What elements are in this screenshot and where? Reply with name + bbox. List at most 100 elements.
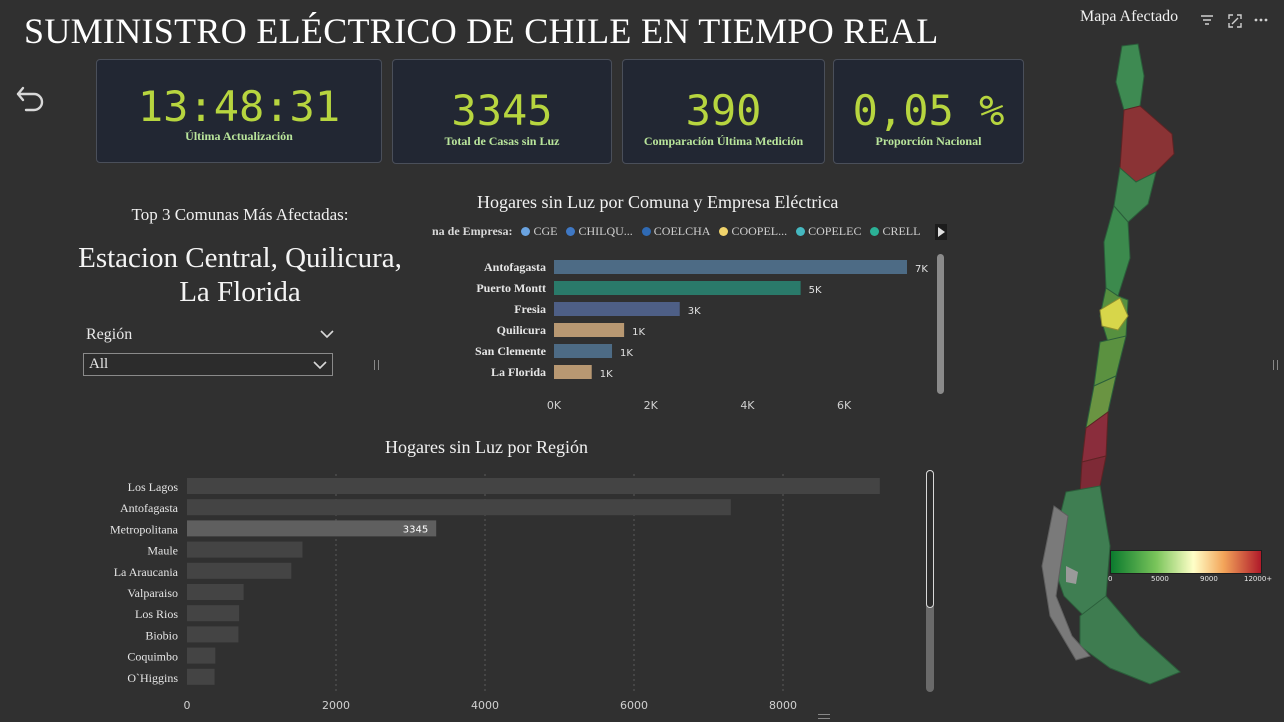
resize-handle-left[interactable] xyxy=(374,360,379,370)
category-label: Metropolitana xyxy=(110,522,179,536)
data-label: 1K xyxy=(600,369,613,380)
category-label: La Araucania xyxy=(114,565,179,579)
legend-dot-icon xyxy=(521,227,531,236)
data-label: 5K xyxy=(809,285,822,296)
region-bar xyxy=(187,541,303,558)
focus-mode-icon[interactable] xyxy=(1228,14,1242,28)
data-label: 7K xyxy=(915,264,928,275)
map-scale-label: 9000 xyxy=(1200,575,1218,583)
region-chart-scrollbar[interactable] xyxy=(926,470,934,692)
data-label: 3345 xyxy=(403,524,428,535)
category-label: O`Higgins xyxy=(127,671,178,685)
region-bar xyxy=(187,520,437,537)
x-tick-label: 6000 xyxy=(620,699,648,712)
legend-item[interactable]: CRELL xyxy=(864,224,920,238)
resize-handle-bottom[interactable] xyxy=(818,714,830,719)
filter-icon[interactable] xyxy=(1200,14,1214,26)
comuna-bar xyxy=(554,260,907,274)
region-bar xyxy=(187,499,731,516)
category-label: Valparaiso xyxy=(127,586,178,600)
x-tick-label: 0 xyxy=(184,699,191,712)
kpi-card-last-update: 13:48:31 Última Actualización xyxy=(96,59,382,163)
kpi-label: Total de Casas sin Luz xyxy=(444,134,560,148)
category-label: Fresia xyxy=(514,302,546,316)
region-dropdown-value: All xyxy=(89,356,109,372)
page-title: SUMINISTRO ELÉCTRICO DE CHILE EN TIEMPO … xyxy=(24,11,939,51)
region-bar xyxy=(187,647,216,664)
x-tick-label: 4000 xyxy=(471,699,499,712)
kpi-value: 3345 xyxy=(451,86,553,135)
category-label: Coquimbo xyxy=(127,650,178,664)
legend-item[interactable]: COPELEC xyxy=(790,224,861,238)
data-label: 1K xyxy=(620,348,633,359)
category-label: Maule xyxy=(147,544,178,558)
data-label: 1K xyxy=(632,327,645,338)
kpi-card-total-homes: 3345 Total de Casas sin Luz xyxy=(392,59,612,164)
comuna-chart-legend: na de Empresa: CGE CHILQU... COELCHA COO… xyxy=(432,224,920,240)
region-bar xyxy=(187,626,239,643)
legend-item[interactable]: CHILQU... xyxy=(560,224,633,238)
comuna-bar xyxy=(554,281,801,295)
kpi-label: Comparación Última Medición xyxy=(643,134,804,148)
region-bar-chart: Los Lagos Antofagasta Metropolitana 3345 Mau… xyxy=(110,474,880,712)
map-title: Mapa Afectado xyxy=(1080,8,1179,25)
category-label: Puerto Montt xyxy=(476,281,546,295)
legend-dot-icon xyxy=(566,227,576,236)
legend-item[interactable]: CGE xyxy=(515,224,557,238)
comuna-chart-scrollbar[interactable] xyxy=(937,254,944,394)
resize-handle-right[interactable] xyxy=(1273,360,1278,370)
x-tick-label: 2000 xyxy=(322,699,350,712)
chevron-down-icon xyxy=(313,361,327,370)
map-scale-label: 5000 xyxy=(1151,575,1169,583)
map-scale-label: 0 xyxy=(1108,575,1113,583)
map-scale-label: 12000+ xyxy=(1244,575,1273,583)
more-options-icon[interactable] xyxy=(1254,14,1268,26)
kpi-card-comparison: 390 Comparación Última Medición xyxy=(622,59,825,164)
region-bar xyxy=(187,584,244,600)
category-label: La Florida xyxy=(491,365,546,379)
kpi-label: Proporción Nacional xyxy=(875,134,982,148)
category-label: San Clemente xyxy=(475,344,547,358)
top3-line2: La Florida xyxy=(179,276,301,308)
comuna-bar xyxy=(554,365,592,379)
category-label: Los Rios xyxy=(135,607,178,621)
scrollbar-thumb[interactable] xyxy=(926,470,934,608)
region-slicer-label: Región xyxy=(86,326,133,343)
legend-item[interactable]: COOPEL... xyxy=(713,224,787,238)
region-bar xyxy=(187,562,292,579)
region-slicer-header[interactable]: Región xyxy=(86,326,334,346)
x-tick-label: 8000 xyxy=(769,699,797,712)
legend-dot-icon xyxy=(870,227,880,236)
play-right-icon xyxy=(938,227,945,237)
chevron-down-icon[interactable] xyxy=(320,329,334,339)
legend-dot-icon xyxy=(719,227,729,236)
top3-heading: Top 3 Comunas Más Afectadas: xyxy=(131,205,349,224)
map-color-scale xyxy=(1110,550,1262,574)
comuna-bar xyxy=(554,323,625,337)
region-bar xyxy=(187,668,215,685)
legend-dot-icon xyxy=(796,227,806,236)
kpi-value: 0,05 % xyxy=(852,86,1005,135)
region-chart-title: Hogares sin Luz por Región xyxy=(385,437,588,457)
legend-item[interactable]: COELCHA xyxy=(636,224,710,238)
category-label: Antofagasta xyxy=(120,501,179,515)
chile-choropleth-map[interactable] xyxy=(1020,36,1220,696)
kpi-value: 13:48:31 xyxy=(137,82,341,131)
comuna-chart-title: Hogares sin Luz por Comuna y Empresa Elé… xyxy=(477,192,839,212)
region-bar xyxy=(187,478,880,494)
x-tick-label: 2K xyxy=(644,399,659,412)
kpi-label: Última Actualización xyxy=(185,129,293,143)
kpi-card-national-ratio: 0,05 % Proporción Nacional xyxy=(833,59,1024,164)
x-tick-label: 4K xyxy=(740,399,755,412)
region-dropdown[interactable]: All xyxy=(83,353,333,376)
legend-next-button[interactable] xyxy=(935,224,947,240)
legend-title: na de Empresa: xyxy=(432,224,513,238)
top3-line1: Estacion Central, Quilicura, xyxy=(78,242,402,274)
category-label: Los Lagos xyxy=(128,480,179,494)
category-label: Biobio xyxy=(145,628,178,642)
data-label: 3K xyxy=(688,306,701,317)
comuna-bar xyxy=(554,302,680,316)
back-arrow-icon[interactable] xyxy=(14,78,50,114)
category-label: Antofagasta xyxy=(484,260,546,274)
x-tick-label: 6K xyxy=(837,399,852,412)
